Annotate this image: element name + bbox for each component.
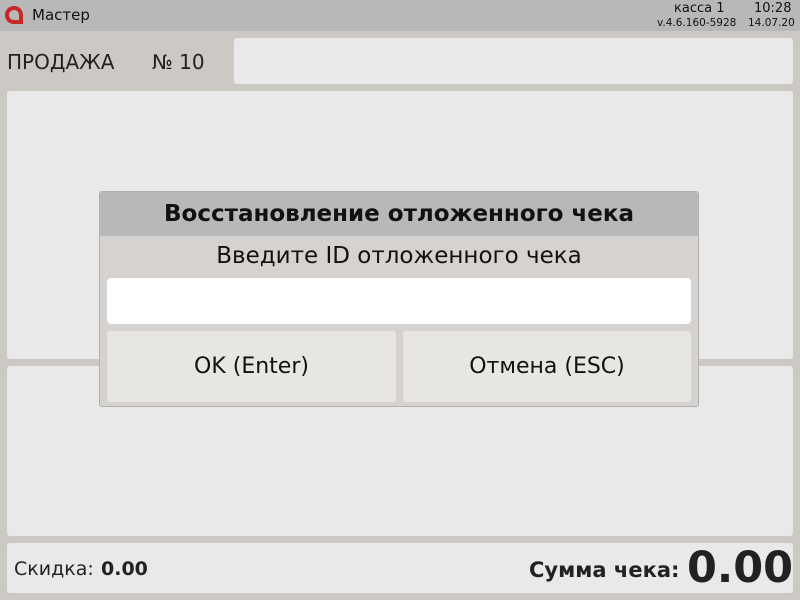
receipt-id-input[interactable] [107, 278, 691, 324]
info-field [234, 38, 793, 84]
app-title: Мастер [32, 6, 90, 24]
sale-number: № 10 [152, 50, 205, 74]
footer-bar: Скидка: 0.00 Сумма чека: 0.00 [7, 543, 793, 593]
restore-receipt-dialog: Восстановление отложенного чека Введите … [99, 191, 699, 407]
dialog-prompt: Введите ID отложенного чека [216, 243, 582, 269]
total-value: 0.00 [687, 543, 794, 593]
cancel-button[interactable]: Отмена (ESC) [403, 331, 691, 402]
total-label: Сумма чека: [529, 558, 680, 582]
register-label: касса 1 [674, 1, 725, 16]
version-label: v.4.6.160-5928 [657, 17, 737, 29]
app-logo-icon [5, 6, 23, 24]
dialog-title: Восстановление отложенного чека [164, 201, 634, 227]
top-bar: Мастер касса 1 10:28 v.4.6.160-5928 14.0… [0, 0, 800, 31]
dialog-header: Восстановление отложенного чека [100, 192, 698, 236]
ok-button[interactable]: OK (Enter) [107, 331, 396, 402]
clock: 10:28 [754, 1, 792, 16]
date-label: 14.07.20 [748, 17, 795, 29]
discount-label: Скидка: [14, 558, 94, 580]
sale-mode-label: ПРОДАЖА [7, 50, 115, 74]
discount-value: 0.00 [101, 558, 148, 580]
